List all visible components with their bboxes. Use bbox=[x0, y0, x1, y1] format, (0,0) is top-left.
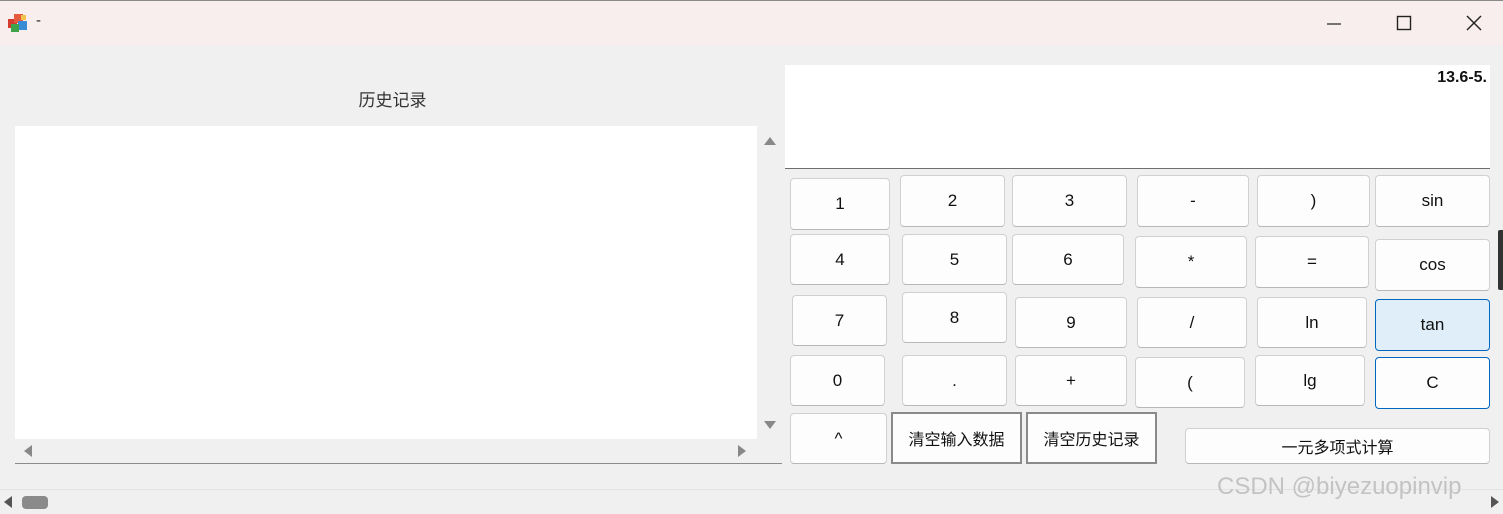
history-vertical-scrollbar[interactable] bbox=[757, 126, 782, 439]
key-7[interactable]: 7 bbox=[792, 295, 887, 346]
key-cos[interactable]: cos bbox=[1375, 239, 1490, 291]
maximize-button[interactable] bbox=[1381, 7, 1427, 39]
key-tan[interactable]: tan bbox=[1375, 299, 1490, 351]
key-1[interactable]: 1 bbox=[790, 178, 890, 230]
scrollbar-corner bbox=[757, 439, 782, 463]
key-left-paren[interactable]: ( bbox=[1135, 357, 1245, 408]
display-expression: 13.6-5. bbox=[1437, 69, 1487, 86]
window-edge-indicator bbox=[1498, 230, 1503, 290]
key-3[interactable]: 3 bbox=[1012, 175, 1127, 227]
scroll-up-arrow-icon[interactable] bbox=[764, 137, 776, 145]
minimize-button[interactable] bbox=[1311, 7, 1357, 39]
key-multiply[interactable]: * bbox=[1135, 236, 1247, 288]
key-0[interactable]: 0 bbox=[790, 355, 885, 406]
key-divide[interactable]: / bbox=[1137, 297, 1247, 348]
key-dot[interactable]: . bbox=[902, 355, 1007, 406]
key-4[interactable]: 4 bbox=[790, 234, 890, 285]
scroll-right-arrow-icon[interactable] bbox=[738, 445, 746, 457]
key-8[interactable]: 8 bbox=[902, 292, 1007, 343]
key-2[interactable]: 2 bbox=[900, 175, 1005, 227]
key-sin[interactable]: sin bbox=[1375, 175, 1490, 227]
title-bar: - bbox=[0, 0, 1503, 45]
calculator-display[interactable]: 13.6-5. bbox=[785, 65, 1490, 169]
key-6[interactable]: 6 bbox=[1012, 234, 1124, 285]
key-plus[interactable]: + bbox=[1015, 355, 1127, 406]
window-scroll-thumb[interactable] bbox=[22, 496, 48, 509]
key-clear[interactable]: C bbox=[1375, 357, 1490, 409]
history-list[interactable] bbox=[15, 126, 782, 464]
scroll-down-arrow-icon[interactable] bbox=[764, 421, 776, 429]
clear-history-button[interactable]: 清空历史记录 bbox=[1026, 412, 1157, 464]
window-scroll-left-arrow-icon[interactable] bbox=[4, 496, 12, 508]
minimize-icon bbox=[1327, 23, 1341, 25]
key-9[interactable]: 9 bbox=[1015, 297, 1127, 348]
window-scroll-right-arrow-icon[interactable] bbox=[1491, 496, 1499, 508]
key-equals[interactable]: = bbox=[1255, 236, 1369, 288]
history-title: 历史记录 bbox=[358, 91, 427, 111]
key-ln[interactable]: ln bbox=[1257, 297, 1367, 348]
watermark: CSDN @biyezuopinvip bbox=[1217, 473, 1462, 500]
scroll-left-arrow-icon[interactable] bbox=[24, 445, 32, 457]
close-icon bbox=[1466, 15, 1482, 31]
key-lg[interactable]: lg bbox=[1255, 355, 1365, 406]
close-button[interactable] bbox=[1451, 7, 1497, 39]
window-title: - bbox=[36, 12, 41, 29]
polynomial-calc-button[interactable]: 一元多项式计算 bbox=[1185, 428, 1490, 464]
key-right-paren[interactable]: ) bbox=[1257, 175, 1370, 227]
maximize-icon bbox=[1396, 15, 1412, 31]
clear-input-button[interactable]: 清空输入数据 bbox=[891, 412, 1022, 464]
history-horizontal-scrollbar[interactable] bbox=[15, 439, 757, 463]
key-5[interactable]: 5 bbox=[902, 234, 1007, 285]
key-power[interactable]: ^ bbox=[790, 413, 887, 464]
key-minus[interactable]: - bbox=[1137, 175, 1249, 227]
app-cube-icon[interactable] bbox=[6, 11, 32, 35]
